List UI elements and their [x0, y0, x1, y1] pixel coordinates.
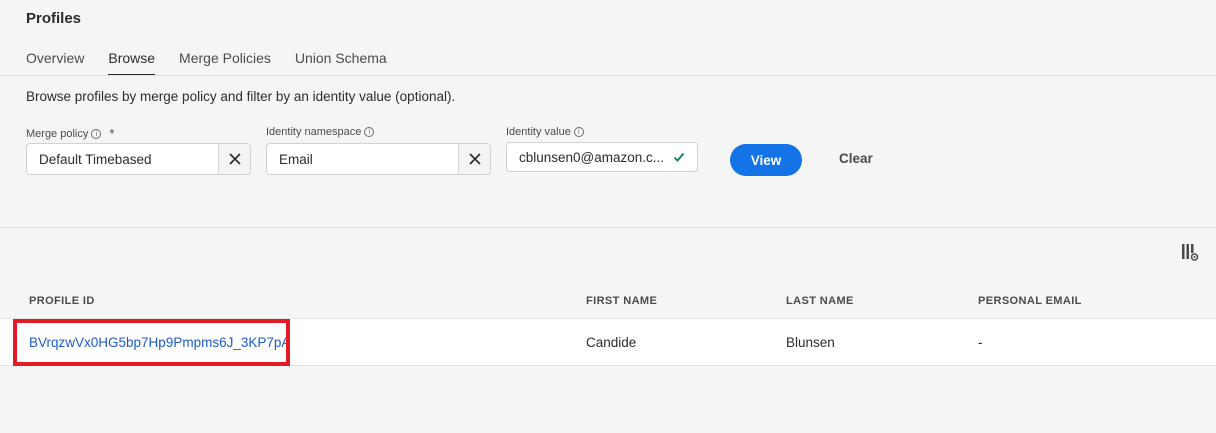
checkmark-icon [673, 152, 685, 162]
identity-namespace-clear-button[interactable] [458, 143, 491, 175]
merge-policy-label-group: Merge policy i * [26, 126, 114, 141]
identity-value-label: Identity value [506, 126, 571, 138]
close-icon [228, 153, 241, 165]
merge-policy-label: Merge policy [26, 127, 89, 140]
identity-namespace-input[interactable]: Email [266, 143, 458, 175]
required-asterisk-icon: * [109, 126, 115, 141]
info-icon[interactable]: i [573, 127, 584, 137]
column-header-personal-email[interactable]: PERSONAL EMAIL [978, 295, 1082, 307]
merge-policy-clear-button[interactable] [218, 143, 251, 175]
view-button[interactable]: View [730, 144, 802, 176]
personal-email-cell: - [978, 335, 983, 350]
info-icon[interactable]: i [364, 127, 375, 137]
tab-overview[interactable]: Overview [26, 50, 84, 76]
first-name-cell: Candide [586, 335, 637, 350]
intro-text: Browse profiles by merge policy and filt… [26, 89, 456, 104]
column-header-first-name[interactable]: FIRST NAME [586, 295, 657, 307]
close-icon [468, 153, 481, 165]
identity-value-text: cblunsen0@amazon.c... [519, 149, 665, 165]
clear-button[interactable]: Clear [839, 151, 873, 166]
identity-namespace-combobox: Email [266, 143, 491, 175]
tab-browse[interactable]: Browse [108, 50, 155, 76]
tab-merge-policies[interactable]: Merge Policies [179, 50, 271, 76]
column-header-profile-id[interactable]: PROFILE ID [29, 295, 95, 307]
last-name-cell: Blunsen [786, 335, 835, 350]
identity-namespace-label: Identity namespace [266, 126, 362, 138]
page-title: Profiles [26, 10, 82, 27]
section-divider [0, 227, 1216, 228]
tab-union-schema[interactable]: Union Schema [295, 50, 387, 76]
tab-divider [0, 75, 1216, 76]
column-header-last-name[interactable]: LAST NAME [786, 295, 854, 307]
info-icon[interactable]: i [91, 128, 102, 139]
profile-id-link[interactable]: BVrqzwVx0HG5bp7Hp9Pmpms6J_3KP7pA [29, 335, 290, 350]
table-row: BVrqzwVx0HG5bp7Hp9Pmpms6J_3KP7pA Candide… [0, 318, 1216, 366]
merge-policy-input[interactable]: Default Timebased [26, 143, 218, 175]
identity-value-input[interactable]: cblunsen0@amazon.c... [506, 142, 698, 172]
column-settings-icon[interactable] [1181, 242, 1199, 262]
tab-bar: Overview Browse Merge Policies Union Sch… [26, 50, 387, 76]
identity-value-label-group: Identity value i [506, 126, 584, 138]
identity-namespace-label-group: Identity namespace i [266, 126, 375, 138]
merge-policy-combobox: Default Timebased [26, 143, 251, 175]
